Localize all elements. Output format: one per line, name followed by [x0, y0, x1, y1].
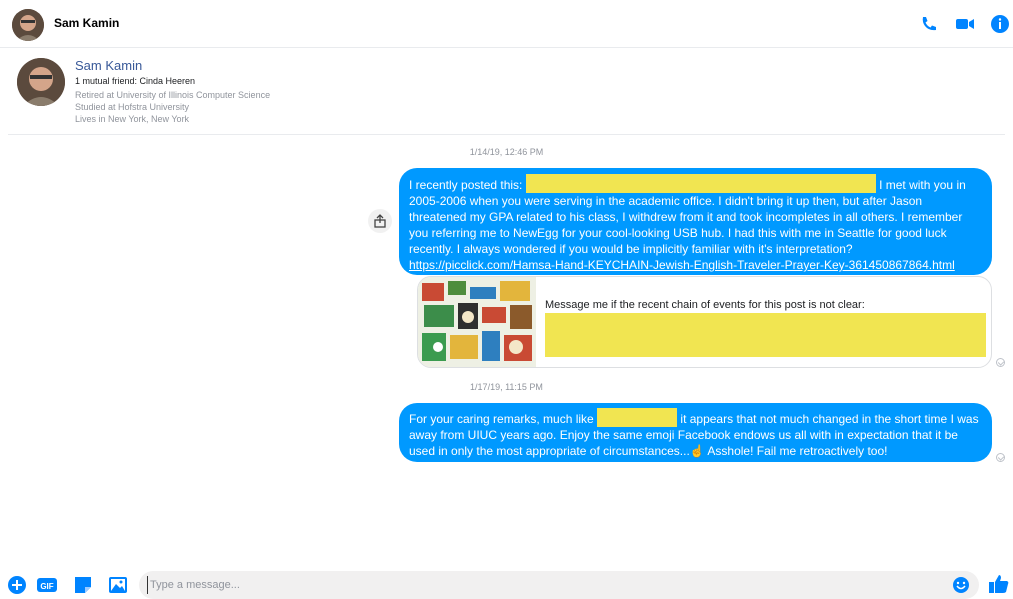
photo-icon[interactable] [108, 575, 128, 595]
timestamp: 1/17/19, 11:15 PM [470, 382, 543, 392]
profile-name[interactable]: Sam Kamin [75, 58, 142, 73]
message-link[interactable]: https://picclick.com/Hamsa-Hand-KEYCHAIN… [409, 258, 955, 272]
seen-check-icon [996, 453, 1005, 462]
profile-avatar[interactable] [17, 58, 65, 106]
message-text: For your caring remarks, much like [409, 412, 594, 426]
message-bubble[interactable]: For your caring remarks, much like it ap… [399, 403, 992, 462]
profile-work: Retired at University of Illinois Comput… [75, 90, 271, 100]
share-button[interactable] [368, 209, 392, 233]
message-input[interactable] [147, 576, 937, 594]
info-icon[interactable] [990, 14, 1010, 34]
message-bubble[interactable]: I recently posted this: I met with you i… [399, 168, 992, 275]
message-line: I recently posted this: I met with you i… [409, 174, 982, 193]
link-preview-card[interactable]: Message me if the recent chain of events… [417, 276, 992, 368]
profile-location: Lives in New York, New York [75, 114, 190, 124]
message-input-wrap [139, 571, 979, 599]
preview-image[interactable] [418, 277, 536, 367]
seen-check-icon [996, 358, 1005, 367]
conversation-header: Sam Kamin [0, 0, 1013, 48]
message-text: 2005-2006 when you were serving in the a… [409, 194, 963, 256]
sticker-icon[interactable] [73, 575, 93, 595]
video-call-icon[interactable] [955, 14, 975, 34]
preview-text: Message me if the recent chain of events… [545, 299, 865, 311]
redaction-box [545, 313, 986, 357]
redaction-box [525, 174, 876, 193]
phone-icon[interactable] [919, 14, 939, 34]
gif-label: GIF [40, 582, 53, 591]
add-icon[interactable] [7, 575, 27, 595]
avatar[interactable] [12, 9, 44, 41]
mutual-friends: 1 mutual friend: Cinda Heeren [75, 76, 196, 86]
redaction-box [597, 408, 678, 427]
message-text: it appears that not much changed in the … [680, 412, 979, 426]
message-text: I recently posted this: [409, 178, 523, 192]
profile-education: Studied at Hofstra University [75, 102, 190, 112]
like-icon[interactable] [988, 573, 1009, 593]
gif-icon[interactable]: GIF [37, 575, 57, 595]
emoji-icon[interactable] [952, 576, 970, 594]
message-text: away from UIUC years ago. Enjoy the same… [409, 428, 958, 458]
message-text: I met with you in [879, 178, 966, 192]
divider [8, 134, 1005, 135]
timestamp: 1/14/19, 12:46 PM [469, 147, 544, 157]
conversation-title[interactable]: Sam Kamin [54, 16, 119, 30]
message-line: For your caring remarks, much like it ap… [409, 408, 982, 427]
